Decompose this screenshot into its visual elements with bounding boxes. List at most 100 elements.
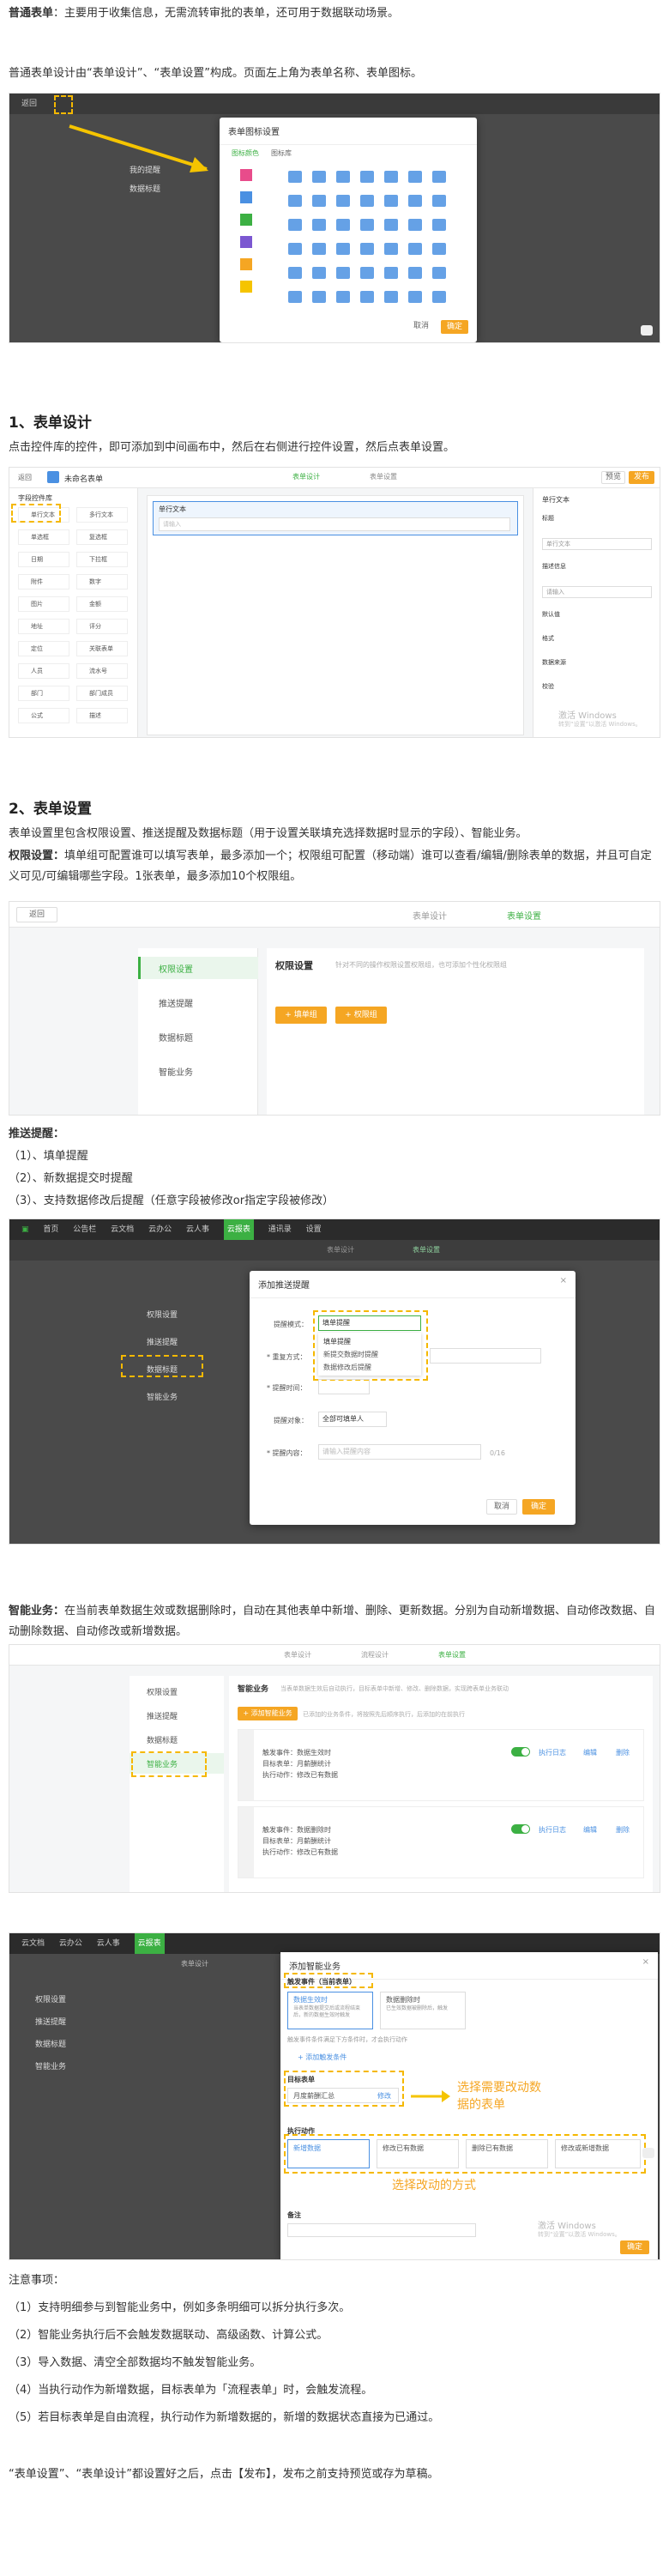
rule2-delete[interactable]: 删除 — [616, 1824, 630, 1835]
nav-report[interactable]: 云报表 — [134, 1933, 165, 1954]
publish-button[interactable]: 发布 — [629, 471, 654, 484]
field-control-item[interactable]: 金额 — [76, 596, 128, 612]
rule2-toggle[interactable] — [511, 1824, 530, 1834]
form-icon-option[interactable] — [384, 267, 398, 279]
form-icon-option[interactable] — [384, 171, 398, 183]
rule2-log[interactable]: 执行日志 — [539, 1824, 566, 1835]
menu-item-data-title[interactable]: 数据标题 — [130, 183, 160, 194]
color-swatch[interactable] — [240, 281, 252, 293]
field-control-item[interactable]: 描述 — [76, 708, 128, 723]
field-control-item[interactable]: 人员 — [18, 663, 69, 679]
nav-home[interactable]: 首页 — [43, 1219, 58, 1240]
ok-button[interactable]: 确定 — [522, 1499, 555, 1515]
form-icon-option[interactable] — [288, 291, 302, 303]
nav-report[interactable]: 云报表 — [223, 1219, 254, 1240]
form-icon-option[interactable] — [288, 219, 302, 231]
nav-notice[interactable]: 公告栏 — [73, 1219, 96, 1240]
time-input[interactable] — [318, 1379, 370, 1394]
step-design[interactable]: 表单设计 — [284, 1650, 311, 1660]
form-icon-option[interactable] — [384, 195, 398, 207]
form-icon-option[interactable] — [432, 291, 446, 303]
form-icon-option[interactable] — [360, 243, 374, 255]
rule-card-1[interactable]: 触发事件：数据生效时 目标表单：月薪酬统计 执行动作：修改已有数据 执行日志 编… — [238, 1729, 644, 1801]
nav-contacts[interactable]: 通讯录 — [268, 1219, 292, 1240]
form-icon-option[interactable] — [336, 171, 350, 183]
color-swatch[interactable] — [240, 191, 252, 203]
tab-design[interactable]: 表单设计 — [292, 472, 320, 481]
cancel-button[interactable]: 取消 — [408, 320, 434, 334]
canvas-field-input[interactable]: 请输入 — [159, 517, 510, 531]
close-icon[interactable]: × — [560, 1276, 567, 1285]
nav-hr[interactable]: 云人事 — [186, 1219, 209, 1240]
step-setting[interactable]: 表单设置 — [413, 1245, 440, 1255]
date-input[interactable] — [430, 1348, 541, 1364]
nav-office[interactable]: 云办公 — [59, 1933, 82, 1954]
form-icon-option[interactable] — [336, 219, 350, 231]
form-icon-option[interactable] — [360, 267, 374, 279]
form-icon-option[interactable] — [384, 291, 398, 303]
add-smart-button[interactable]: + 添加智能业务 — [238, 1707, 298, 1720]
form-icon-option[interactable] — [312, 195, 326, 207]
form-name[interactable]: 未命名表单 — [64, 473, 103, 484]
menu-smart[interactable]: 智能业务 — [147, 1391, 178, 1402]
target-select[interactable]: 全部可填单人 — [318, 1412, 387, 1427]
form-icon-option[interactable] — [336, 291, 350, 303]
form-icon-option[interactable] — [312, 267, 326, 279]
form-icon-option[interactable] — [408, 195, 422, 207]
form-icon-option[interactable] — [408, 219, 422, 231]
drag-handle[interactable] — [238, 1730, 254, 1800]
menu-push[interactable]: 推送提醒 — [159, 996, 193, 1009]
form-icon-option[interactable] — [336, 267, 350, 279]
field-control-item[interactable]: 图片 — [18, 596, 69, 612]
chat-icon[interactable] — [641, 325, 653, 336]
form-icon-option[interactable] — [288, 195, 302, 207]
form-icon-option[interactable] — [312, 171, 326, 183]
menu-smart[interactable]: 智能业务 — [35, 2060, 66, 2071]
menu-permission[interactable]: 权限设置 — [159, 962, 193, 975]
field-control-item[interactable]: 流水号 — [76, 663, 128, 679]
trigger-delete[interactable]: 数据删除时 已生效数据被删除后，触发 — [380, 1992, 466, 2029]
form-icon-option[interactable] — [312, 219, 326, 231]
color-swatch[interactable] — [240, 236, 252, 248]
menu-data-title[interactable]: 数据标题 — [147, 1734, 178, 1745]
field-control-item[interactable]: 定位 — [18, 641, 69, 656]
form-icon-option[interactable] — [312, 243, 326, 255]
field-control-item[interactable]: 公式 — [18, 708, 69, 723]
close-icon[interactable]: × — [642, 1957, 649, 1967]
form-icon-option[interactable] — [288, 267, 302, 279]
step-design[interactable]: 表单设计 — [327, 1245, 354, 1255]
property-input[interactable]: 请输入 — [542, 586, 652, 598]
form-icon-option[interactable] — [360, 171, 374, 183]
rule2-edit[interactable]: 编辑 — [583, 1824, 597, 1835]
rule-card-2[interactable]: 触发事件：数据删除时 目标表单：月薪酬统计 执行动作：修改已有数据 执行日志 编… — [238, 1806, 644, 1878]
field-control-item[interactable]: 多行文本 — [76, 507, 128, 523]
cancel-button[interactable]: 取消 — [486, 1499, 517, 1515]
drag-handle[interactable] — [238, 1807, 254, 1878]
form-icon-option[interactable] — [408, 243, 422, 255]
menu-permission[interactable]: 权限设置 — [147, 1309, 178, 1320]
chat-icon[interactable] — [642, 2148, 654, 2158]
form-icon-option[interactable] — [360, 219, 374, 231]
nav-settings[interactable]: 设置 — [306, 1219, 322, 1240]
nav-docs[interactable]: 云文档 — [111, 1219, 134, 1240]
step-setting[interactable]: 表单设置 — [438, 1650, 466, 1660]
form-icon-option[interactable] — [432, 219, 446, 231]
form-icon-option[interactable] — [408, 171, 422, 183]
back-link[interactable]: 返回 — [21, 94, 37, 114]
add-filter-link[interactable]: + 添加触发条件 — [298, 2052, 347, 2063]
form-icon-option[interactable] — [384, 219, 398, 231]
form-icon-option[interactable] — [312, 291, 326, 303]
back-button[interactable]: 返回 — [16, 907, 57, 922]
note-input[interactable] — [287, 2223, 476, 2237]
canvas-field[interactable]: 单行文本 请输入 — [153, 501, 518, 535]
color-swatch[interactable] — [240, 214, 252, 226]
menu-push[interactable]: 推送提醒 — [147, 1710, 178, 1721]
form-icon-option[interactable] — [384, 243, 398, 255]
form-icon-option[interactable] — [360, 195, 374, 207]
form-icon-option[interactable] — [432, 267, 446, 279]
rule1-toggle[interactable] — [511, 1747, 530, 1757]
add-fill-group-button[interactable]: + 填单组 — [275, 1007, 327, 1024]
form-icon-option[interactable] — [360, 291, 374, 303]
form-icon-option[interactable] — [432, 243, 446, 255]
menu-permission[interactable]: 权限设置 — [147, 1686, 178, 1697]
